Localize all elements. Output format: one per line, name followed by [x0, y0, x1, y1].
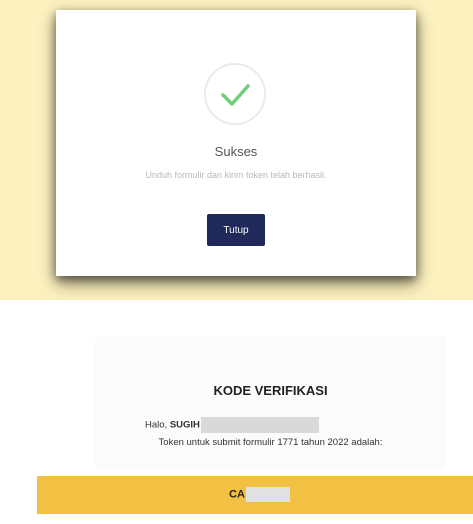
token-banner: CA	[37, 476, 473, 514]
close-button[interactable]: Tutup	[207, 214, 265, 246]
success-dialog: Sukses Unduh formulir dan kirim token te…	[56, 10, 416, 276]
dialog-message: Unduh formulir dan kirim token telah ber…	[145, 170, 327, 180]
greeting-line: Halo, SUGIH	[145, 417, 319, 433]
recipient-name: SUGIH	[169, 419, 200, 431]
token-instruction: Token untuk submit formulir 1771 tahun 2…	[158, 437, 383, 448]
verification-email: KODE VERIFIKASI Halo, SUGIH Token untuk …	[95, 337, 446, 469]
dialog-title: Sukses	[214, 144, 258, 159]
token-visible-text: CA	[229, 488, 245, 501]
token-code: CA	[229, 487, 290, 502]
success-check-icon	[204, 63, 266, 125]
token-redaction	[245, 487, 290, 502]
name-redaction	[200, 417, 319, 433]
checkmark-icon	[221, 84, 250, 106]
greeting-text: Halo,	[145, 419, 168, 431]
email-title: KODE VERIFIKASI	[213, 383, 328, 398]
